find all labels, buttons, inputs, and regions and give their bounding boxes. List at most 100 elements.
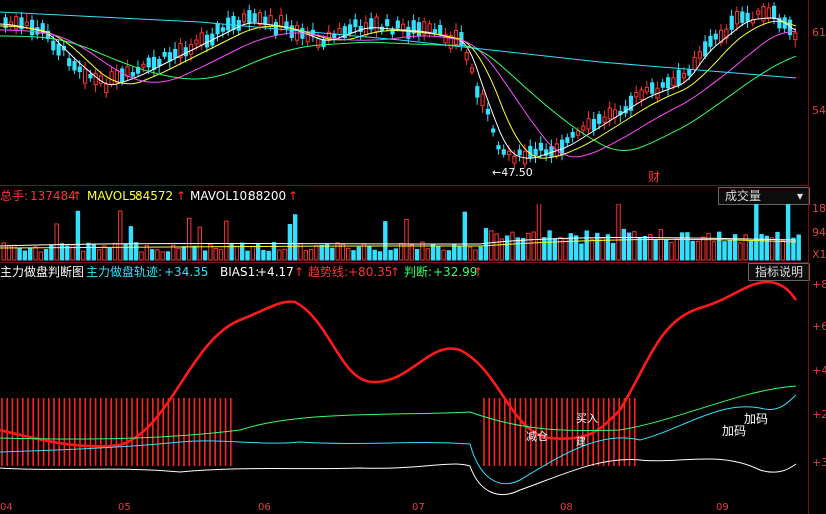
candlestick-chart [0,2,798,170]
candle-body [30,19,35,36]
volume-bar [494,233,499,261]
candle-body [427,23,432,33]
candle-body [263,16,268,25]
candle-body [745,12,750,22]
chevron-down-icon: ▾ [796,189,803,203]
candle-body [708,35,713,47]
volume-bar [727,240,732,261]
indicator-help-button[interactable]: 指标说明 [748,263,811,281]
volume-bar [531,231,536,261]
volume-bar [377,251,383,261]
volume-bar [91,243,96,261]
volume-bar [330,247,335,261]
bias-label: BIAS1: [220,265,260,279]
price-axis-label-61: 61 [812,26,826,39]
volume-bar [520,237,526,261]
indicator-dropdown[interactable]: 成交量 ▾ [718,187,810,205]
volume-total-label: 总手: [0,189,29,203]
candle-body [385,19,390,27]
volume-bar [261,249,266,261]
candle-body [104,83,109,94]
candle-body [215,23,220,35]
moving-average-line [0,17,797,159]
volume-bar [754,204,759,261]
volume-bar [568,233,573,261]
volume-bar [107,248,112,261]
candle-body [167,52,173,62]
candle-body [597,114,602,124]
volume-bar [234,245,240,261]
volume-bar [748,240,754,261]
volume-bar [653,239,658,261]
volume-bar [515,237,520,261]
volume-bar [409,244,415,261]
up-arrow-icon: ↑ [473,265,484,279]
candle-body [469,67,475,73]
volume-bar [245,250,250,261]
candle-body [141,63,146,68]
x-axis-label: 08 [560,502,573,513]
volume-bar [664,238,669,261]
volume-bar [81,250,86,261]
x-axis-label: 07 [412,502,425,513]
volume-bar [118,210,123,261]
volume-bar [17,248,22,261]
mavol10-value: 88200 [248,189,287,203]
volume-bar [86,242,91,261]
volume-bar [372,249,377,261]
event-marker[interactable]: 财 [648,170,660,184]
candle-body [231,16,236,30]
volume-bar [536,204,542,261]
volume-bar [483,228,489,261]
price-panel: 61 54 ←47.50 财 [0,0,826,185]
candle-body [793,32,798,40]
candle-body [581,125,586,131]
volume-bar [547,230,552,261]
volume-bar [38,251,43,261]
candle-body [247,10,252,24]
trend-value: +80.35 [348,265,393,279]
signal-label: 加码 [744,412,769,426]
candle-body [67,58,72,67]
candle-body [35,27,40,35]
candle-body [676,69,681,86]
volume-bar [462,211,468,261]
volume-bar [558,236,563,261]
candle-body [279,14,284,28]
low-price-label: ←47.50 [492,166,533,179]
volume-bar [176,247,181,261]
candle-body [650,82,655,94]
volume-header: 总手: 137484 ↑ MAVOL5: 84572 ↑ MAVOL10: 88… [0,187,826,205]
volume-bar [430,244,436,261]
trend-label: 趋势线: [308,265,349,279]
volume-bar [796,234,801,261]
volume-bar [420,241,425,261]
candle-body [639,89,644,100]
volume-bar [611,242,616,261]
candle-body [538,142,543,151]
volume-bar [181,246,187,261]
candle-body [183,47,188,57]
volume-bar [632,231,637,261]
volume-bar [621,228,626,261]
candle-body [756,10,761,15]
volume-bar [425,248,430,261]
volume-bar [319,244,324,261]
candle-body [220,27,226,32]
volume-bar [192,245,197,261]
candle-body [88,74,93,79]
candle-body [242,13,247,23]
mavol5-value: 84572 [135,189,174,203]
volume-bar [171,244,176,261]
candle-body [289,25,294,38]
volume-bar [346,247,351,261]
volume-bar [340,243,346,261]
candle-body [252,13,257,23]
indicator-chart [0,280,798,495]
volume-bar [144,245,150,261]
volume-bar [589,238,595,261]
volume-bar [605,234,611,261]
candle-body [740,11,745,23]
volume-bar [149,249,155,261]
volume-bar [54,223,59,261]
